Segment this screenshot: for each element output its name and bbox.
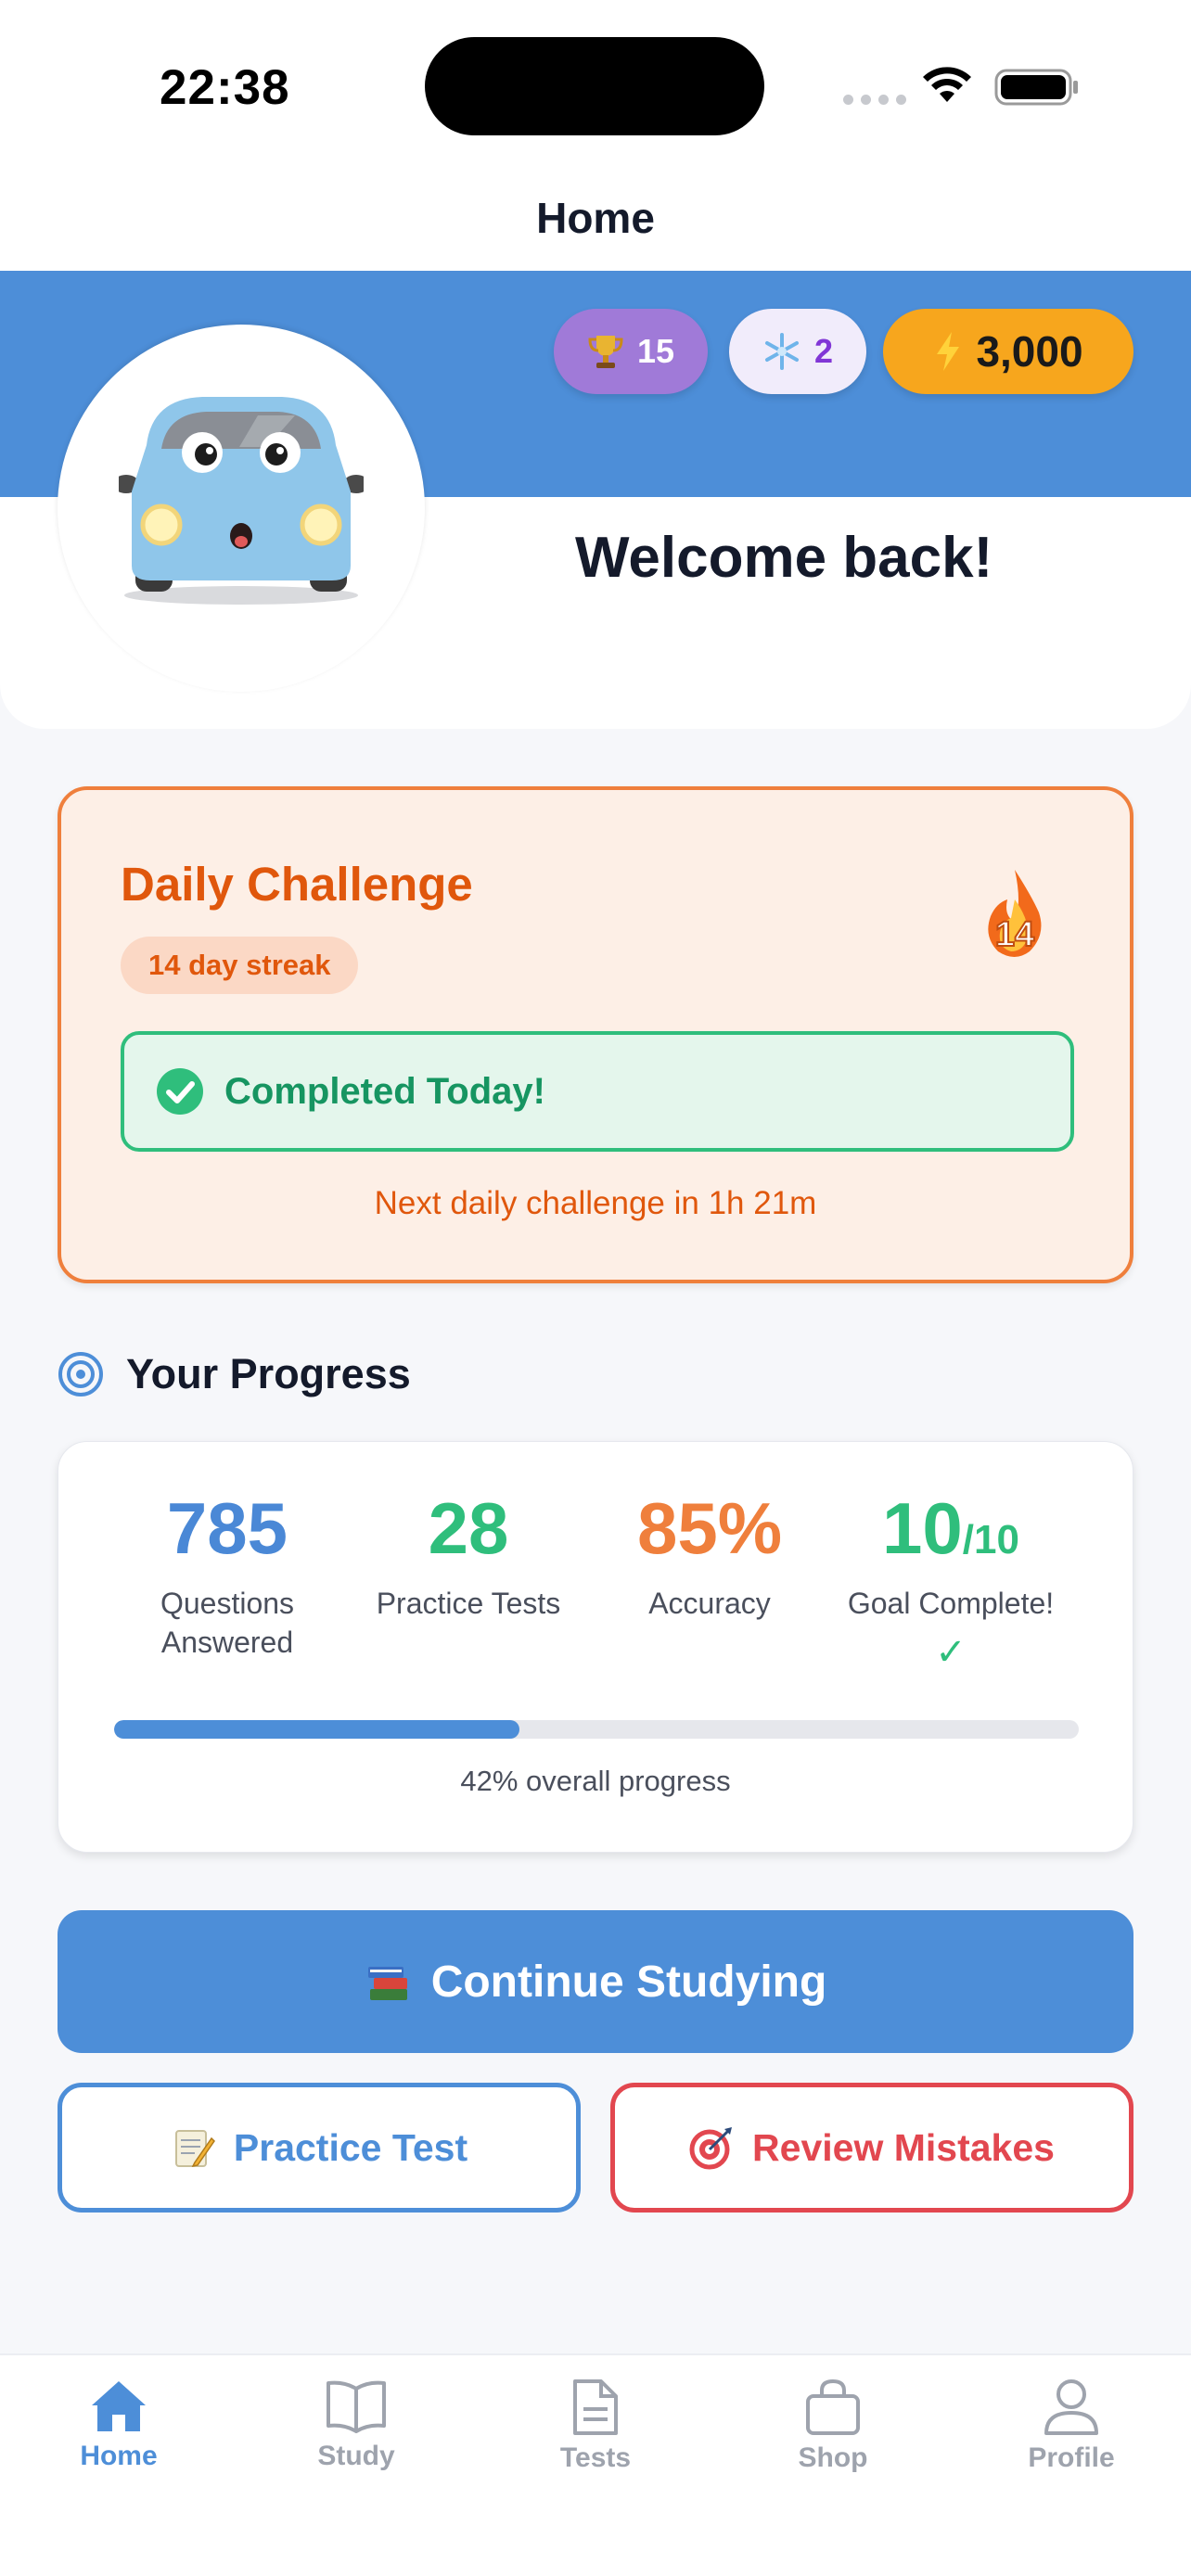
battery-icon xyxy=(994,69,1078,106)
page-title: Home xyxy=(536,194,655,242)
person-icon xyxy=(1044,2379,1098,2435)
tab-study[interactable]: Study xyxy=(263,2378,449,2472)
book-icon xyxy=(327,2380,386,2433)
memo-icon xyxy=(171,2125,215,2170)
tab-bar: Home Study Tests Shop Profile xyxy=(0,2353,1191,2576)
status-bar: 22:38 xyxy=(0,0,1191,176)
stat-value-wrap: 10/10 xyxy=(830,1492,1071,1564)
avatar[interactable] xyxy=(58,325,425,692)
tab-home[interactable]: Home xyxy=(26,2378,211,2472)
energy-count: 3,000 xyxy=(976,327,1083,376)
lightning-icon xyxy=(933,330,963,373)
tab-label: Study xyxy=(317,2441,395,2471)
tab-label: Home xyxy=(80,2441,158,2471)
daily-challenge-card[interactable]: Daily Challenge 14 day streak 14 Complet… xyxy=(58,786,1133,1283)
dynamic-island xyxy=(425,37,764,135)
challenge-title: Daily Challenge xyxy=(121,858,473,911)
cellular-signal-icon xyxy=(843,93,914,109)
next-challenge-countdown: Next daily challenge in 1h 21m xyxy=(374,1185,817,1221)
stat-value: 28 xyxy=(428,1487,509,1569)
tab-label: Profile xyxy=(1028,2442,1115,2473)
car-mascot-icon xyxy=(119,397,364,605)
continue-studying-button[interactable]: Continue Studying xyxy=(58,1910,1133,2053)
wifi-icon xyxy=(923,67,971,102)
tab-profile[interactable]: Profile xyxy=(979,2378,1164,2474)
stat-questions: 785 Questions Answered xyxy=(107,1492,348,1662)
completed-label: Completed Today! xyxy=(224,1070,545,1112)
overall-progress-caption: 42% overall progress xyxy=(460,1765,731,1797)
stat-label: Questions Answered xyxy=(160,1587,295,1659)
tab-label: Shop xyxy=(798,2442,868,2473)
continue-studying-label: Continue Studying xyxy=(430,1957,827,2007)
books-icon xyxy=(365,1958,413,2006)
tab-shop[interactable]: Shop xyxy=(740,2378,926,2474)
stat-label: Accuracy xyxy=(648,1587,771,1620)
stat-accuracy: 85% Accuracy xyxy=(589,1492,830,1624)
home-icon xyxy=(92,2381,146,2431)
target-icon xyxy=(58,1352,103,1396)
stat-label: Practice Tests xyxy=(376,1587,561,1620)
progress-heading-label: Your Progress xyxy=(126,1350,411,1397)
check-circle-icon xyxy=(156,1067,204,1116)
stat-value-sub: /10 xyxy=(962,1517,1019,1562)
overall-progress-bar xyxy=(114,1720,1079,1739)
energy-count-pill[interactable]: 3,000 xyxy=(883,309,1133,394)
document-icon xyxy=(573,2379,618,2435)
flame-icon: 14 xyxy=(988,870,1042,957)
stat-value: 10 xyxy=(882,1487,963,1569)
stat-practice-tests: 28 Practice Tests xyxy=(348,1492,589,1624)
bag-icon xyxy=(806,2378,860,2435)
stat-value: 785 xyxy=(166,1487,288,1569)
freeze-count: 2 xyxy=(813,332,834,370)
practice-test-button[interactable]: Practice Test xyxy=(58,2083,581,2213)
tab-label: Tests xyxy=(559,2442,632,2473)
status-time: 22:38 xyxy=(160,60,290,115)
overall-progress-fill xyxy=(114,1720,519,1739)
bullseye-icon xyxy=(689,2125,734,2170)
goal-check-icon: ✓ xyxy=(935,1631,967,1673)
practice-test-label: Practice Test xyxy=(233,2125,468,2169)
flame-count: 14 xyxy=(995,915,1034,954)
stat-value: 85% xyxy=(636,1487,783,1569)
tab-tests[interactable]: Tests xyxy=(503,2378,688,2474)
streak-badge: 14 day streak xyxy=(121,937,359,994)
trophy-count: 15 xyxy=(636,332,675,370)
freeze-count-pill[interactable]: 2 xyxy=(729,309,866,394)
nav-header: Home xyxy=(0,176,1191,271)
review-mistakes-label: Review Mistakes xyxy=(752,2125,1055,2169)
progress-card: 785 Questions Answered 28 Practice Tests… xyxy=(58,1441,1133,1853)
welcome-heading: Welcome back! xyxy=(575,526,993,590)
completed-status: Completed Today! xyxy=(121,1031,1074,1152)
stat-label: Goal Complete! xyxy=(847,1587,1055,1620)
trophy-count-pill[interactable]: 15 xyxy=(554,309,708,394)
stat-goal: 10/10 Goal Complete! ✓ xyxy=(830,1492,1071,1674)
trophy-icon xyxy=(587,332,624,371)
progress-heading: Your Progress xyxy=(58,1350,411,1398)
review-mistakes-button[interactable]: Review Mistakes xyxy=(610,2083,1133,2213)
snowflake-icon xyxy=(762,332,801,371)
